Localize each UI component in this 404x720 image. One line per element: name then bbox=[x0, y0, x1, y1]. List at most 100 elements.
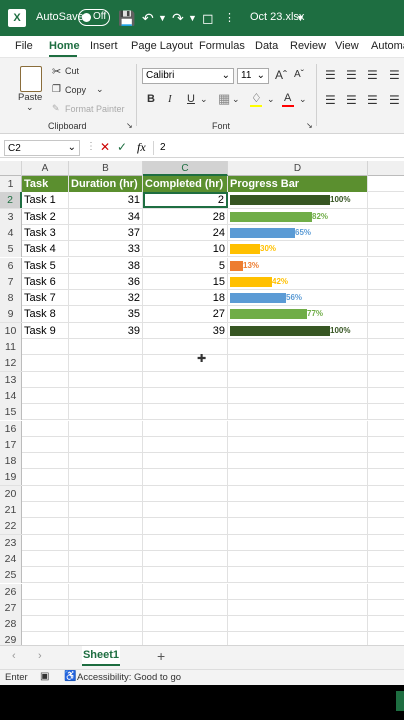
empty-cell[interactable] bbox=[143, 469, 228, 486]
empty-cell[interactable] bbox=[143, 534, 228, 551]
decrease-font-icon[interactable]: Aˇ bbox=[294, 69, 304, 80]
row-header[interactable]: 29 bbox=[0, 632, 22, 645]
name-box[interactable]: C2 ⌄ bbox=[4, 140, 80, 156]
enter-icon[interactable]: ✓ bbox=[117, 140, 127, 154]
empty-cell[interactable] bbox=[22, 453, 69, 470]
header-cell[interactable]: Task bbox=[22, 176, 69, 192]
progress-bar-cell[interactable]: 56% bbox=[228, 290, 368, 307]
empty-cell[interactable] bbox=[22, 567, 69, 584]
align-left-icon[interactable]: ☰ bbox=[325, 93, 336, 107]
progress-bar-cell[interactable]: 65% bbox=[228, 224, 368, 241]
scroll-left-icon[interactable]: ‹ bbox=[12, 650, 16, 662]
empty-cell[interactable] bbox=[228, 355, 368, 372]
align-bottom-icon[interactable]: ☰ bbox=[367, 68, 378, 82]
empty-cell[interactable] bbox=[228, 485, 368, 502]
empty-cell[interactable] bbox=[228, 599, 368, 616]
empty-cell[interactable] bbox=[143, 567, 228, 584]
cell-task[interactable]: Task 1 bbox=[22, 192, 69, 209]
empty-cell[interactable] bbox=[22, 436, 69, 453]
row-header[interactable]: 28 bbox=[0, 616, 22, 633]
macro-record-icon[interactable]: ▣ bbox=[40, 671, 49, 682]
cell-task[interactable]: Task 2 bbox=[22, 208, 69, 225]
cell-completed[interactable]: 39 bbox=[143, 322, 228, 339]
cell-completed[interactable]: 27 bbox=[143, 306, 228, 323]
empty-cell[interactable] bbox=[22, 339, 69, 355]
empty-cell[interactable] bbox=[69, 469, 143, 486]
cut-button[interactable]: Cut bbox=[65, 66, 79, 76]
row-header[interactable]: 26 bbox=[0, 583, 22, 600]
row-header[interactable]: 6 bbox=[0, 257, 22, 274]
empty-cell[interactable] bbox=[69, 534, 143, 551]
column-header-d[interactable]: D bbox=[228, 161, 368, 176]
progress-bar-cell[interactable]: 77% bbox=[228, 306, 368, 323]
redo-dropdown-icon[interactable]: ▼ bbox=[188, 9, 197, 27]
column-header-c[interactable]: C bbox=[143, 161, 228, 176]
tab-data[interactable]: Data bbox=[255, 40, 278, 52]
row-header[interactable]: 19 bbox=[0, 469, 22, 486]
empty-cell[interactable] bbox=[69, 420, 143, 437]
empty-cell[interactable] bbox=[22, 502, 69, 518]
empty-cell[interactable] bbox=[22, 534, 69, 551]
header-cell[interactable]: Duration (hr) bbox=[69, 176, 143, 192]
align-top-icon[interactable]: ☰ bbox=[325, 68, 336, 82]
empty-cell[interactable] bbox=[143, 387, 228, 404]
empty-cell[interactable] bbox=[69, 616, 143, 633]
font-color-icon[interactable]: A bbox=[284, 92, 291, 104]
empty-cell[interactable] bbox=[143, 502, 228, 518]
empty-cell[interactable] bbox=[143, 550, 228, 567]
row-header[interactable]: 14 bbox=[0, 387, 22, 404]
align-middle-icon[interactable]: ☰ bbox=[346, 68, 357, 82]
empty-cell[interactable] bbox=[143, 420, 228, 437]
save-icon[interactable]: 💾 bbox=[118, 9, 135, 27]
empty-cell[interactable] bbox=[228, 371, 368, 388]
empty-cell[interactable] bbox=[69, 485, 143, 502]
fill-color-icon[interactable]: ♢ bbox=[251, 91, 262, 105]
row-header[interactable]: 20 bbox=[0, 485, 22, 502]
empty-cell[interactable] bbox=[22, 632, 69, 645]
underline-icon[interactable]: U bbox=[187, 93, 195, 105]
empty-cell[interactable] bbox=[69, 599, 143, 616]
empty-cell[interactable] bbox=[228, 632, 368, 645]
row-header[interactable]: 2 bbox=[0, 192, 22, 209]
empty-cell[interactable] bbox=[22, 616, 69, 633]
empty-cell[interactable] bbox=[228, 534, 368, 551]
empty-cell[interactable] bbox=[143, 339, 228, 355]
add-sheet-icon[interactable]: + bbox=[157, 648, 165, 664]
row-header[interactable]: 18 bbox=[0, 453, 22, 470]
column-header-b[interactable]: B bbox=[69, 161, 143, 176]
orientation-icon[interactable]: ☰ bbox=[389, 68, 400, 82]
empty-cell[interactable] bbox=[69, 371, 143, 388]
row-header[interactable]: 11 bbox=[0, 339, 22, 355]
indent-icon[interactable]: ☰ bbox=[389, 93, 400, 107]
row-header[interactable]: 25 bbox=[0, 567, 22, 584]
empty-cell[interactable] bbox=[143, 616, 228, 633]
cell-duration[interactable]: 37 bbox=[69, 224, 143, 241]
row-header[interactable]: 9 bbox=[0, 306, 22, 323]
row-header[interactable]: 22 bbox=[0, 518, 22, 535]
row-header[interactable]: 17 bbox=[0, 436, 22, 453]
cell-duration[interactable]: 39 bbox=[69, 322, 143, 339]
empty-cell[interactable] bbox=[228, 420, 368, 437]
format-painter-button[interactable]: Format Painter bbox=[65, 104, 125, 114]
cell-duration[interactable]: 34 bbox=[69, 208, 143, 225]
empty-cell[interactable] bbox=[143, 632, 228, 645]
empty-cell[interactable] bbox=[69, 567, 143, 584]
paste-icon[interactable] bbox=[20, 66, 42, 92]
cell-task[interactable]: Task 5 bbox=[22, 257, 69, 274]
empty-cell[interactable] bbox=[22, 485, 69, 502]
row-header[interactable]: 10 bbox=[0, 322, 22, 339]
italic-icon[interactable]: I bbox=[168, 93, 172, 105]
align-right-icon[interactable]: ☰ bbox=[367, 93, 378, 107]
cell-duration[interactable]: 36 bbox=[69, 273, 143, 290]
empty-cell[interactable] bbox=[69, 453, 143, 470]
accessibility-icon[interactable]: ♿ bbox=[64, 671, 76, 682]
cell-task[interactable]: Task 7 bbox=[22, 290, 69, 307]
autosave-toggle[interactable]: Off bbox=[78, 9, 110, 26]
row-header[interactable]: 15 bbox=[0, 404, 22, 421]
spreadsheet-grid[interactable]: 1 Task Duration (hr) Completed (hr) Progress… bbox=[0, 176, 404, 645]
font-launcher-icon[interactable]: ↘ bbox=[306, 121, 313, 130]
row-header[interactable]: 7 bbox=[0, 273, 22, 290]
cell-duration[interactable]: 32 bbox=[69, 290, 143, 307]
tab-review[interactable]: Review bbox=[290, 40, 326, 52]
empty-cell[interactable] bbox=[22, 518, 69, 535]
